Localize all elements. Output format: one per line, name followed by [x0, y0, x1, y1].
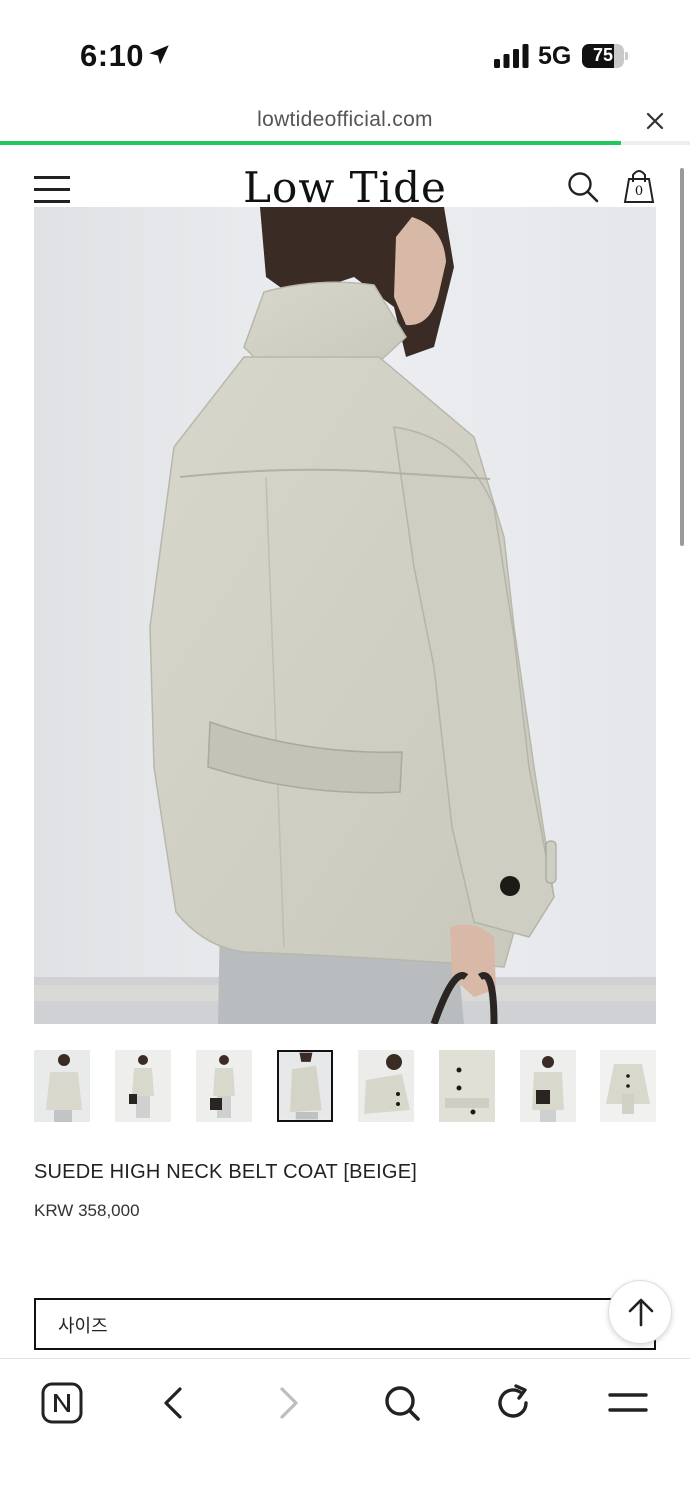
search-icon[interactable] — [566, 170, 600, 204]
menu-icon[interactable] — [606, 1381, 650, 1425]
scrollbar[interactable] — [680, 168, 684, 546]
network-type: 5G — [538, 42, 572, 70]
thumbnail-strip — [34, 1050, 656, 1122]
thumbnail[interactable] — [358, 1050, 414, 1122]
browser-toolbar — [0, 1358, 690, 1500]
thumbnail-active[interactable] — [277, 1050, 333, 1122]
thumbnail[interactable] — [600, 1050, 656, 1122]
url-bar[interactable]: lowtideofficial.com — [0, 100, 690, 142]
battery-icon: 75 — [582, 44, 628, 68]
page-load-progress — [0, 141, 690, 145]
thumbnail[interactable] — [196, 1050, 252, 1122]
close-icon[interactable] — [644, 110, 666, 132]
naver-home-icon[interactable] — [40, 1381, 84, 1425]
arrow-up-icon — [628, 1298, 654, 1327]
status-time: 6:10 — [80, 38, 145, 73]
location-arrow-icon — [149, 45, 169, 65]
battery-percent: 75 — [592, 45, 614, 65]
scroll-to-top-button[interactable] — [608, 1280, 672, 1344]
product-price: KRW 358,000 — [34, 1201, 140, 1220]
thumbnail[interactable] — [439, 1050, 495, 1122]
cart-count: 0 — [634, 184, 644, 199]
search-icon[interactable] — [380, 1381, 424, 1425]
signal-bars-icon — [494, 44, 529, 68]
thumbnail[interactable] — [520, 1050, 576, 1122]
back-icon[interactable] — [152, 1381, 196, 1425]
product-main-image[interactable] — [34, 207, 656, 1024]
refresh-icon[interactable] — [492, 1381, 536, 1425]
shopping-bag-icon[interactable]: 0 — [620, 166, 658, 206]
url-text[interactable]: lowtideofficial.com — [0, 108, 690, 132]
product-name: SUEDE HIGH NECK BELT COAT [BEIGE] — [34, 1161, 417, 1183]
status-bar: 6:10 5G 75 — [0, 0, 690, 100]
thumbnail[interactable] — [34, 1050, 90, 1122]
size-select-label: 사이즈 — [58, 1316, 108, 1337]
size-select[interactable]: 사이즈 — [34, 1298, 656, 1350]
forward-icon[interactable] — [266, 1381, 310, 1425]
thumbnail[interactable] — [115, 1050, 171, 1122]
